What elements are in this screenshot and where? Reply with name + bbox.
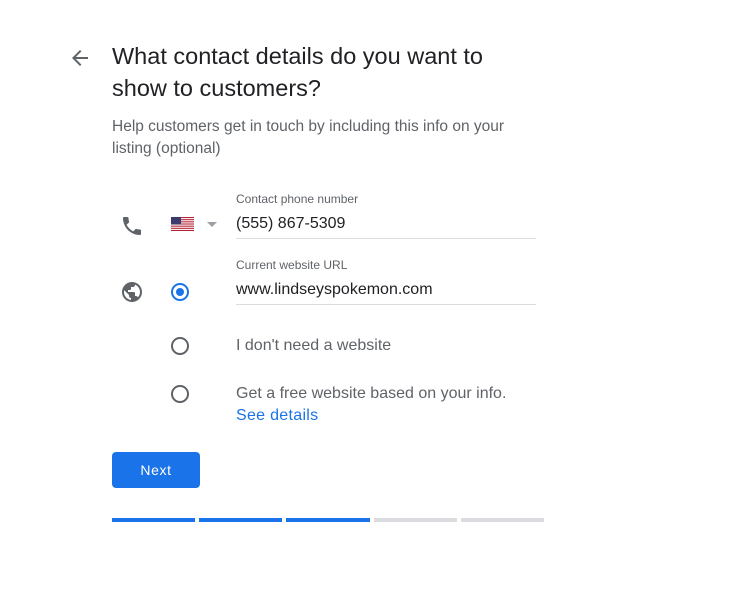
phone-icon — [120, 214, 144, 238]
progress-segment — [286, 518, 370, 522]
progress-bar — [112, 518, 545, 522]
see-details-link[interactable]: See details — [236, 406, 318, 426]
globe-icon — [120, 280, 144, 304]
page-subtitle: Help customers get in touch by including… — [112, 118, 505, 157]
website-input[interactable] — [236, 276, 536, 305]
us-flag-icon — [171, 217, 194, 231]
progress-segment — [460, 518, 545, 522]
radio-free-website[interactable] — [171, 385, 189, 403]
chevron-down-icon — [207, 222, 217, 227]
next-button[interactable]: Next — [112, 452, 200, 488]
progress-segment — [373, 518, 457, 522]
country-code-select[interactable] — [171, 215, 221, 235]
phone-label: Contact phone number — [236, 192, 359, 206]
radio-current-website[interactable] — [171, 283, 189, 301]
progress-segment — [199, 518, 283, 522]
radio-no-website[interactable] — [171, 337, 189, 355]
back-arrow-icon[interactable] — [68, 46, 92, 70]
free-website-label[interactable]: Get a free website based on your info. — [236, 384, 506, 404]
radio-selected-dot — [176, 288, 184, 296]
no-website-label[interactable]: I don't need a website — [236, 336, 391, 356]
progress-segment — [112, 518, 196, 522]
page-title: What contact details do you want to show… — [112, 43, 483, 101]
website-label: Current website URL — [236, 258, 348, 272]
phone-input[interactable] — [236, 210, 536, 239]
